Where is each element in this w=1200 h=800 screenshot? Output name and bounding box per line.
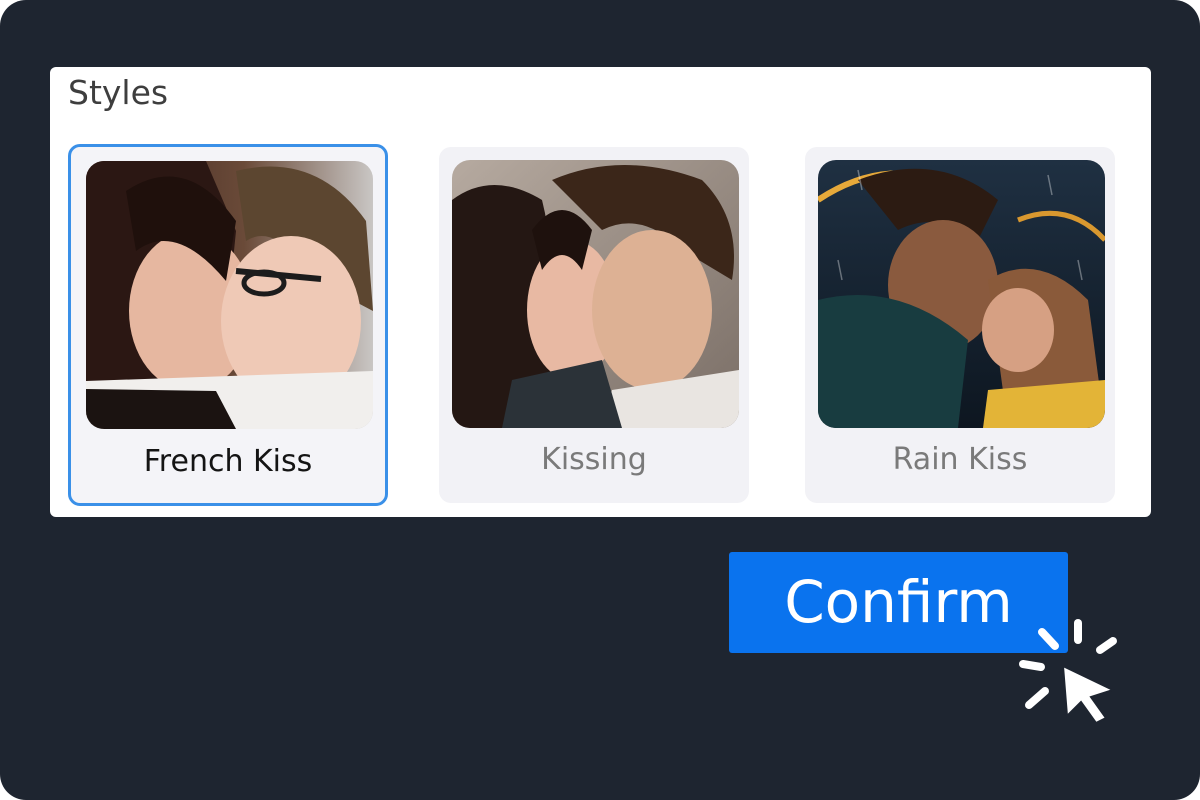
style-thumbnail-kissing	[452, 160, 739, 428]
style-thumbnail-french-kiss	[86, 161, 373, 429]
style-label: French Kiss	[143, 444, 313, 479]
app-background: Styles French Kiss Kissing Rain Kiss Con…	[0, 0, 1200, 800]
style-label: Kissing	[541, 442, 647, 477]
style-card-rain-kiss[interactable]: Rain Kiss	[805, 147, 1115, 503]
styles-panel: Styles French Kiss Kissing Rain Kiss	[50, 67, 1151, 517]
styles-title: Styles	[68, 73, 169, 112]
style-thumbnail-rain-kiss	[818, 160, 1105, 428]
style-card-kissing[interactable]: Kissing	[439, 147, 749, 503]
style-label: Rain Kiss	[892, 442, 1028, 477]
style-card-french-kiss[interactable]: French Kiss	[68, 144, 388, 506]
pointer-click-icon	[1019, 619, 1117, 725]
